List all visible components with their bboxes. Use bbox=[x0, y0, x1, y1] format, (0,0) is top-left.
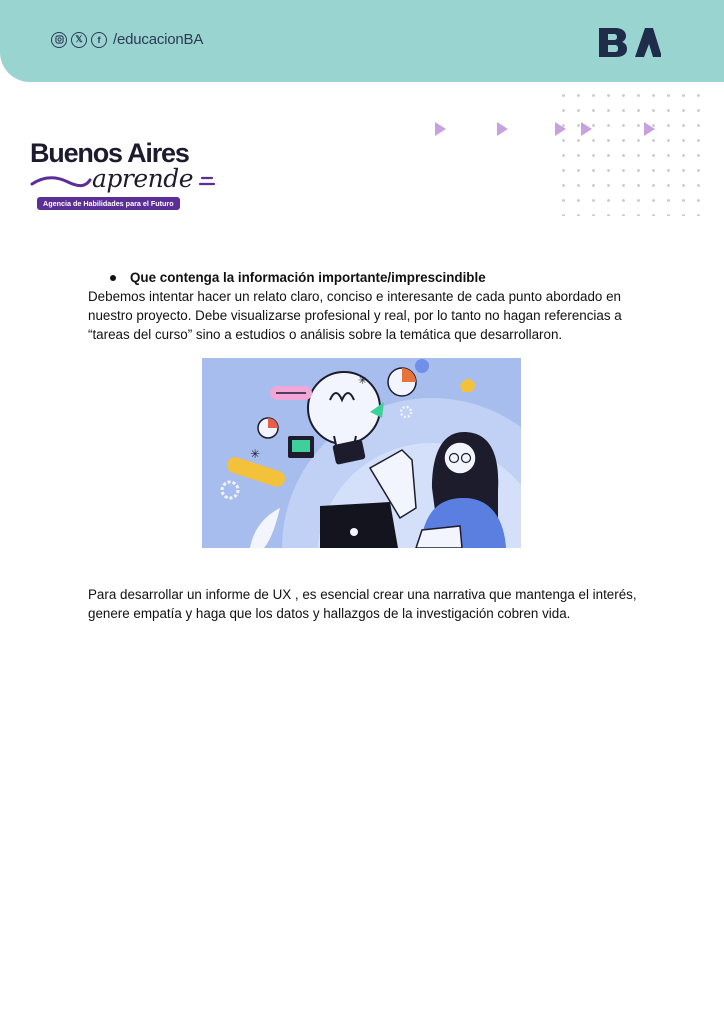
bullet-dot-icon bbox=[110, 274, 116, 281]
closing-paragraph: Para desarrollar un informe de UX , es e… bbox=[88, 587, 637, 621]
x-icon[interactable]: 𝕏 bbox=[71, 31, 87, 48]
ba-logo bbox=[599, 28, 661, 57]
arrow-icon bbox=[497, 122, 508, 136]
arrow-icon bbox=[435, 122, 446, 136]
decorative-arrows bbox=[0, 122, 724, 138]
decorative-dot-grid bbox=[556, 88, 704, 216]
page-header: 𝕏 f /educacionBA bbox=[0, 0, 724, 82]
arrow-icon bbox=[581, 122, 592, 136]
social-handle[interactable]: /educacionBA bbox=[113, 31, 203, 48]
facebook-icon[interactable]: f bbox=[91, 31, 107, 48]
brand-script: aprende bbox=[92, 164, 194, 193]
arrow-icon bbox=[555, 122, 566, 136]
ux-illustration: ✳ ✳ bbox=[202, 358, 521, 548]
buenos-aires-aprende-logo: Buenos Aires aprende Agencia de Habilida… bbox=[30, 138, 220, 212]
bullet-heading: Que contenga la información importante/i… bbox=[130, 270, 486, 285]
svg-text:✳: ✳ bbox=[358, 374, 367, 387]
brand-tagline: Agencia de Habilidades para el Futuro bbox=[37, 197, 180, 210]
closing-section: Para desarrollar un informe de UX , es e… bbox=[88, 585, 648, 623]
svg-text:✳: ✳ bbox=[250, 447, 260, 461]
instagram-icon[interactable] bbox=[51, 31, 67, 48]
bullet-item: Que contenga la información importante/i… bbox=[88, 268, 648, 287]
social-links: 𝕏 f /educacionBA bbox=[51, 31, 203, 48]
arrow-icon bbox=[644, 122, 655, 136]
main-content: Que contenga la información importante/i… bbox=[88, 268, 648, 344]
body-paragraph: Debemos intentar hacer un relato claro, … bbox=[88, 289, 622, 342]
